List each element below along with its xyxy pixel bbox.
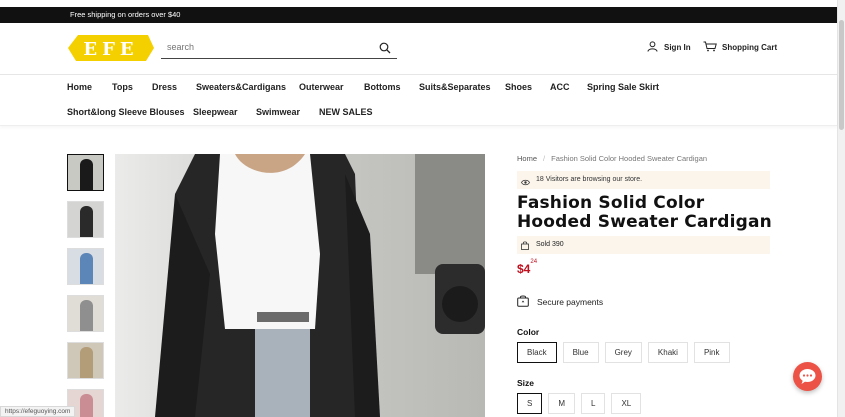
nav-item-home[interactable]: Home	[67, 82, 92, 92]
size-option-l[interactable]: L	[581, 393, 606, 414]
logo-text: EFE	[83, 39, 138, 60]
promo-text: Free shipping on orders over $40	[70, 10, 181, 19]
nav-item-spring-sale-skirt[interactable]: Spring Sale Skirt	[587, 82, 659, 92]
product-main-image[interactable]	[115, 154, 485, 417]
price-cents: 24	[530, 259, 538, 265]
thumbnail-5[interactable]	[67, 342, 104, 379]
search-box	[161, 38, 397, 59]
secure-payments: Secure payments	[517, 295, 603, 309]
efe-logo[interactable]: EFE	[68, 34, 154, 62]
chat-bubble-icon	[799, 369, 816, 384]
product-info: Home / Fashion Solid Color Hooded Sweater …	[517, 152, 772, 414]
nav-item-blouses[interactable]: Short&long Sleeve Blouses	[67, 107, 185, 117]
main-nav: Home Tops Dress Sweaters&Cardigans Outer…	[0, 76, 837, 126]
chat-button[interactable]	[793, 362, 822, 391]
breadcrumb: Home / Fashion Solid Color Hooded Sweater …	[517, 152, 772, 166]
visitors-text: 18 Visitors are browsing our store.	[536, 176, 643, 183]
product-title: Fashion Solid Color Hooded Sweater Cardi…	[517, 193, 772, 232]
size-label: Size	[517, 378, 535, 388]
nav-item-shoes[interactable]: Shoes	[505, 82, 532, 92]
status-bar-url: https://efeguoying.com	[0, 406, 76, 417]
nav-item-sweaters-cardigans[interactable]: Sweaters&Cardigans	[196, 82, 286, 92]
visitors-notice: 18 Visitors are browsing our store.	[517, 171, 770, 189]
bag-icon	[521, 240, 529, 258]
breadcrumb-current: Fashion Solid Color Hooded Sweater Cardi…	[551, 154, 708, 163]
color-options: Black Blue Grey Khaki Pink	[517, 342, 730, 363]
promo-bar: Free shipping on orders over $40	[0, 7, 837, 23]
price-main: $4	[517, 262, 531, 276]
cart-icon	[703, 41, 717, 54]
thumbnail-2[interactable]	[67, 201, 104, 238]
shopping-cart-link[interactable]: Shopping Cart	[703, 41, 777, 54]
color-option-blue[interactable]: Blue	[562, 342, 599, 363]
search-input[interactable]	[167, 42, 367, 52]
color-label: Color	[517, 327, 540, 337]
nav-item-tops[interactable]: Tops	[112, 82, 133, 92]
site-header: EFE Sign In Shopping Cart	[0, 23, 837, 75]
nav-item-outerwear[interactable]: Outerwear	[299, 82, 344, 92]
nav-item-swimwear[interactable]: Swimwear	[256, 107, 300, 117]
nav-item-dress[interactable]: Dress	[152, 82, 177, 92]
search-icon[interactable]	[379, 41, 391, 54]
secure-lock-icon	[517, 295, 529, 309]
cart-label: Shopping Cart	[722, 43, 778, 52]
breadcrumb-separator: /	[543, 154, 546, 163]
color-option-black[interactable]: Black	[517, 342, 557, 363]
logo-icon: EFE	[68, 35, 154, 61]
thumbnail-3[interactable]	[67, 248, 104, 285]
size-option-m[interactable]: M	[548, 393, 576, 414]
nav-item-bottoms[interactable]: Bottoms	[364, 82, 401, 92]
page-scrollbar[interactable]	[837, 0, 845, 417]
thumbnail-1[interactable]	[67, 154, 104, 191]
product-photo	[115, 154, 485, 417]
sign-in-label: Sign In	[664, 43, 691, 52]
sign-in-link[interactable]: Sign In	[647, 41, 691, 54]
secure-text: Secure payments	[537, 297, 604, 307]
nav-item-suits-separates[interactable]: Suits&Separates	[419, 82, 491, 92]
size-option-xl[interactable]: XL	[611, 393, 642, 414]
product-price: $424	[517, 259, 538, 276]
size-option-s[interactable]: S	[517, 393, 543, 414]
size-options: S M L XL	[517, 393, 642, 414]
nav-item-sleepwear[interactable]: Sleepwear	[193, 107, 238, 117]
breadcrumb-home[interactable]: Home	[517, 154, 537, 163]
thumbnail-gallery	[67, 154, 105, 417]
color-option-pink[interactable]: Pink	[693, 342, 730, 363]
nav-item-acc[interactable]: ACC	[550, 82, 570, 92]
thumbnail-4[interactable]	[67, 295, 104, 332]
color-option-khaki[interactable]: Khaki	[647, 342, 688, 363]
sold-notice: Sold 390	[517, 236, 770, 254]
color-option-grey[interactable]: Grey	[604, 342, 642, 363]
scrollbar-thumb[interactable]	[839, 20, 844, 130]
nav-item-new-sales[interactable]: NEW SALES	[319, 107, 373, 117]
eye-icon	[521, 176, 530, 194]
user-icon	[647, 41, 658, 54]
sold-text: Sold 390	[536, 241, 564, 248]
